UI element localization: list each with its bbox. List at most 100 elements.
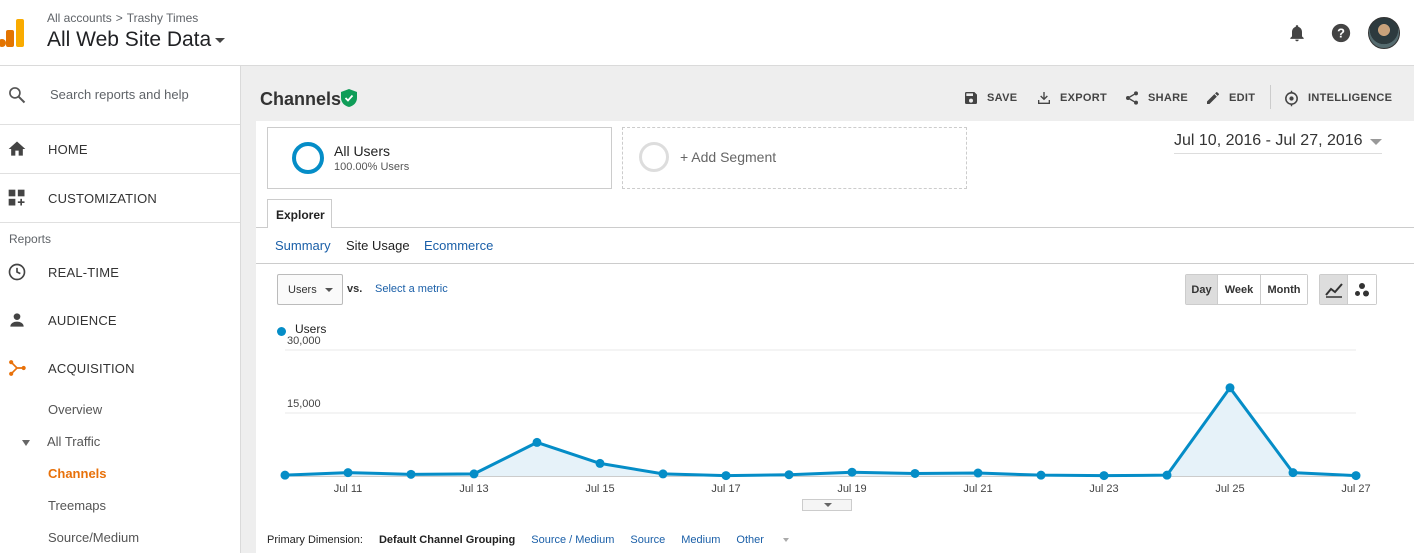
motion-chart-button[interactable] — [1348, 275, 1376, 304]
dimension-other[interactable]: Other — [736, 534, 805, 546]
toolbar-divider — [1270, 85, 1271, 109]
data-point — [1351, 471, 1361, 481]
avatar[interactable] — [1368, 17, 1400, 49]
tab-divider — [256, 227, 1414, 228]
data-point — [1288, 468, 1298, 478]
view-title: All Web Site Data — [47, 28, 212, 51]
bell-icon — [1290, 25, 1304, 42]
notifications-button[interactable] — [1284, 20, 1310, 46]
chevron-down-icon — [1370, 139, 1382, 145]
sidebar-item-home[interactable]: HOME — [0, 125, 240, 173]
sidebar: Search reports and help HOME CUSTOMIZATI… — [0, 66, 241, 553]
sidebar-item-customization[interactable]: CUSTOMIZATION — [0, 174, 240, 222]
verified-shield-icon — [341, 89, 357, 107]
breadcrumb-accounts[interactable]: All accounts — [47, 11, 112, 25]
breadcrumb-separator: > — [115, 11, 123, 25]
granularity-toggle: Day Week Month — [1185, 274, 1308, 305]
expand-triangle-icon[interactable] — [22, 440, 30, 446]
chart-type-toggle — [1319, 274, 1377, 305]
data-point — [406, 469, 416, 479]
dimension-other-label: Other — [736, 534, 764, 546]
view-selector[interactable]: All Web Site Data — [47, 28, 226, 52]
export-button[interactable]: EXPORT — [1036, 90, 1107, 106]
reports-section-label: Reports — [9, 232, 52, 246]
legend-users-dot — [277, 327, 286, 336]
sidebar-item-source-medium[interactable]: Source/Medium — [48, 530, 139, 545]
sidebar-item-label: REAL-TIME — [48, 265, 120, 280]
date-range-picker[interactable]: Jul 10, 2016 - Jul 27, 2016 — [1174, 132, 1382, 154]
download-icon — [1038, 92, 1050, 104]
segment-ring-icon — [292, 142, 324, 174]
save-icon — [965, 92, 977, 104]
vs-label: vs. — [347, 283, 363, 295]
dimension-default-channel-grouping[interactable]: Default Channel Grouping — [379, 534, 515, 546]
edit-button[interactable]: EDIT — [1205, 90, 1255, 106]
data-point — [721, 471, 731, 481]
breadcrumb-property[interactable]: Trashy Times — [127, 11, 199, 25]
day-button[interactable]: Day — [1186, 275, 1218, 304]
sidebar-item-all-traffic[interactable]: All Traffic — [47, 434, 100, 449]
data-point — [1036, 470, 1046, 480]
sidebar-item-label: HOME — [48, 142, 88, 157]
tab-explorer[interactable]: Explorer — [267, 199, 332, 228]
select-metric-link[interactable]: Select a metric — [375, 283, 448, 295]
dimension-medium[interactable]: Medium — [681, 534, 720, 546]
save-button[interactable]: SAVE — [963, 90, 1017, 106]
breadcrumb[interactable]: All accounts > Trashy Times — [47, 11, 198, 25]
person-icon — [10, 313, 24, 327]
sidebar-item-channels[interactable]: Channels — [48, 466, 107, 481]
search-input[interactable]: Search reports and help — [50, 87, 189, 102]
sidebar-divider — [0, 222, 240, 223]
subtab-site-usage[interactable]: Site Usage — [346, 238, 410, 253]
sidebar-item-treemaps[interactable]: Treemaps — [48, 498, 106, 513]
x-tick-label: Jul 11 — [334, 483, 363, 495]
chevron-down-icon — [215, 37, 226, 43]
segment-all-users[interactable]: All Users 100.00% Users — [267, 127, 612, 189]
x-tick-label: Jul 25 — [1215, 483, 1244, 495]
analytics-logo[interactable] — [0, 17, 30, 49]
segment-percentage: 100.00% Users — [334, 161, 410, 173]
export-label: EXPORT — [1060, 92, 1108, 104]
y-tick-label: 15,000 — [287, 398, 321, 410]
chevron-down-icon — [325, 288, 333, 292]
line-chart-button[interactable] — [1320, 275, 1348, 304]
metric-select-value: Users — [288, 284, 317, 296]
intelligence-label: INTELLIGENCE — [1308, 92, 1393, 104]
sidebar-item-label: AUDIENCE — [48, 313, 117, 328]
svg-text:?: ? — [1337, 26, 1345, 41]
data-point — [1225, 383, 1235, 393]
sidebar-item-acquisition[interactable]: ACQUISITION — [0, 344, 240, 392]
dashboard-add-icon — [8, 189, 25, 206]
search-bar[interactable]: Search reports and help — [0, 66, 240, 125]
line-chart-icon — [1324, 282, 1343, 298]
data-point — [343, 468, 353, 478]
share-label: SHARE — [1148, 92, 1189, 104]
share-button[interactable]: SHARE — [1124, 90, 1188, 106]
chart-expand-button[interactable] — [802, 499, 852, 511]
add-segment-button[interactable]: + Add Segment — [622, 127, 967, 189]
help-icon: ? — [1331, 23, 1351, 43]
intelligence-button[interactable]: INTELLIGENCE — [1283, 90, 1392, 106]
bubble-chart-icon — [1355, 282, 1369, 296]
subtab-summary[interactable]: Summary — [275, 238, 331, 253]
data-point — [532, 437, 542, 447]
dimension-source[interactable]: Source — [630, 534, 665, 546]
metric-select[interactable]: Users — [277, 274, 343, 305]
sidebar-item-audience[interactable]: AUDIENCE — [0, 296, 240, 344]
sidebar-item-overview[interactable]: Overview — [48, 402, 102, 417]
data-point — [469, 469, 479, 479]
empty-segment-ring-icon — [639, 142, 669, 172]
subtab-ecommerce[interactable]: Ecommerce — [424, 238, 493, 253]
sidebar-item-realtime[interactable]: REAL-TIME — [0, 248, 240, 296]
month-button[interactable]: Month — [1261, 275, 1307, 304]
x-tick-label: Jul 23 — [1089, 483, 1118, 495]
help-button[interactable]: ? — [1328, 20, 1354, 46]
week-button[interactable]: Week — [1218, 275, 1261, 304]
search-icon — [9, 87, 26, 104]
legend-users-label: Users — [295, 322, 327, 336]
data-point — [595, 458, 605, 468]
users-chart[interactable]: 30,000 15,000 Jul 11 Jul 13 Jul 15 Jul 17 Jul … — [256, 336, 1414, 496]
intelligence-icon — [1285, 90, 1298, 106]
x-tick-label: Jul 21 — [963, 483, 992, 495]
dimension-source-medium[interactable]: Source / Medium — [531, 534, 614, 546]
